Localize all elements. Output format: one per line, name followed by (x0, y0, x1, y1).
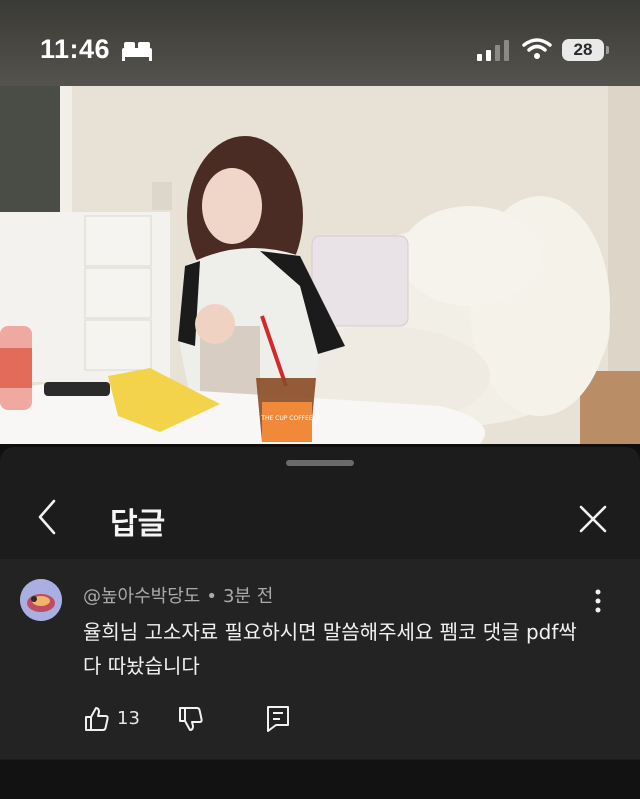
video-player[interactable]: THE CUP COFFEE (0, 86, 640, 444)
panel-title: 답글 (110, 507, 166, 542)
battery-nub (606, 46, 609, 54)
signal-icon (477, 40, 509, 61)
close-icon[interactable] (576, 502, 610, 536)
thumbs-up-icon[interactable] (84, 706, 110, 732)
cup-label: THE CUP COFFEE (260, 415, 313, 422)
drag-handle[interactable] (286, 460, 354, 466)
bottom-area (0, 760, 640, 799)
thumbs-down-icon[interactable] (178, 706, 204, 732)
comment-text: 율희님 고소자료 필요하시면 말씀해주세요 펨코 댓글 pdf싹다 따놨습니다 (83, 620, 577, 678)
reply-icon[interactable] (266, 705, 290, 733)
battery-icon: 28 (562, 39, 604, 61)
comment-author[interactable]: @높아수박당도 (83, 586, 200, 607)
comment-time: 3분 전 (222, 586, 274, 607)
avatar[interactable] (20, 579, 62, 621)
avatar-image (20, 579, 62, 621)
video-frame: THE CUP COFFEE (0, 86, 640, 444)
status-bar: 11:46 28 (0, 0, 640, 86)
bed-icon (122, 42, 152, 61)
chevron-left-icon[interactable] (30, 497, 66, 537)
more-vertical-icon[interactable] (588, 588, 608, 614)
wifi-icon (522, 38, 552, 59)
status-time: 11:46 (40, 34, 111, 64)
comment-meta: @높아수박당도 • 3분 전 (83, 582, 273, 608)
meta-separator: • (206, 586, 217, 607)
like-count: 13 (117, 708, 140, 729)
